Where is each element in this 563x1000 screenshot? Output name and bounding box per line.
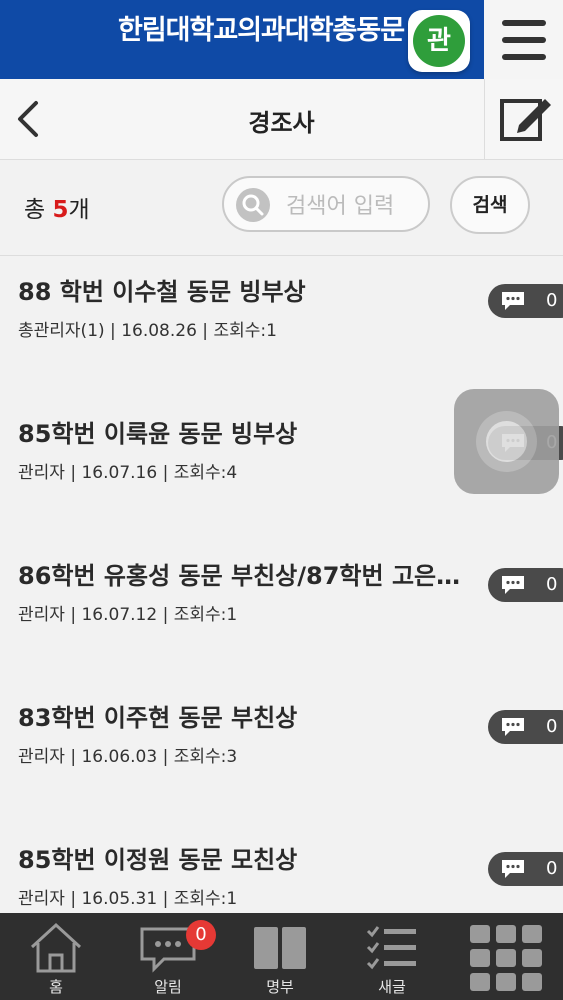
post-date: 16.06.03 <box>81 747 158 767</box>
menu-line-icon <box>502 37 546 43</box>
post-date: 16.05.31 <box>81 889 158 909</box>
count-prefix: 총 <box>24 197 46 223</box>
menu-line-icon <box>502 54 546 60</box>
book-icon <box>254 927 306 969</box>
list-item[interactable]: 86학번 유홍성 동문 부친상/87학번 고은… 관리자 | 16.07.12 … <box>0 540 563 682</box>
nav-home[interactable]: 홈 <box>0 913 112 1000</box>
count-suffix: 개 <box>68 197 90 223</box>
grid-menu-icon <box>470 925 542 991</box>
comment-count-badge[interactable]: 0 <box>488 568 563 602</box>
app-badge[interactable]: 관 <box>408 10 470 72</box>
search-bar: 총 5개 검색 <box>0 160 563 256</box>
post-date: 16.07.12 <box>81 605 158 625</box>
post-title: 85학번 이정원 동문 모친상 <box>18 846 298 874</box>
post-views: 조회수:3 <box>173 747 238 767</box>
nav-label: 새글 <box>378 978 406 996</box>
app-badge-label: 관 <box>413 15 465 67</box>
page-title: 경조사 <box>248 109 315 137</box>
assistive-touch-button[interactable] <box>454 389 559 494</box>
post-views: 조회수:1 <box>173 889 238 909</box>
hamburger-menu-button[interactable] <box>484 0 563 79</box>
search-input[interactable] <box>284 188 428 224</box>
post-title: 85학번 이룩윤 동문 빙부상 <box>18 420 298 448</box>
speech-bubble-icon <box>502 718 524 736</box>
app-header: 한림대학교의과대학총동문 관 <box>0 0 563 79</box>
post-views: 조회수:1 <box>213 321 277 341</box>
speech-bubble-icon <box>502 860 524 878</box>
assistive-center <box>486 421 527 462</box>
post-author: 관리자 <box>18 605 65 625</box>
post-author: 관리자 <box>18 747 65 767</box>
post-date: 16.07.16 <box>81 463 158 483</box>
nav-label: 명부 <box>266 978 294 996</box>
write-button[interactable] <box>484 79 563 159</box>
nav-all-menu[interactable] <box>448 913 560 1000</box>
speech-bubble-icon <box>502 292 524 310</box>
comment-count: 0 <box>546 574 558 595</box>
post-meta: 관리자 | 16.06.03 | 조회수:3 <box>18 747 238 767</box>
page-header: 경조사 <box>0 79 563 160</box>
comment-count-badge[interactable]: 0 <box>488 284 563 318</box>
comment-count: 0 <box>546 716 558 737</box>
list-item[interactable]: 88 학번 이수철 동문 빙부상 총관리자(1) | 16.08.26 | 조회… <box>0 256 563 398</box>
menu-line-icon <box>502 20 546 26</box>
list-item[interactable]: 83학번 이주현 동문 부친상 관리자 | 16.06.03 | 조회수:3 0 <box>0 682 563 824</box>
comment-count: 0 <box>546 290 558 311</box>
search-icon <box>236 188 270 222</box>
edit-icon <box>500 99 551 141</box>
home-icon <box>30 922 82 973</box>
search-button[interactable]: 검색 <box>450 176 530 234</box>
post-meta: 총관리자(1) | 16.08.26 | 조회수:1 <box>18 321 277 341</box>
count-number: 5 <box>52 197 69 223</box>
comment-count: 0 <box>546 858 558 879</box>
speech-bubble-icon <box>502 576 524 594</box>
post-count: 총 5개 <box>24 190 90 224</box>
post-date: 16.08.26 <box>121 321 197 341</box>
app-title: 한림대학교의과대학총동문 <box>118 15 405 46</box>
comment-count-badge[interactable]: 0 <box>488 710 563 744</box>
post-views: 조회수:4 <box>173 463 238 483</box>
comment-count-badge[interactable]: 0 <box>488 852 563 886</box>
bottom-nav: 홈 알림 명부 새글 <box>0 913 563 1000</box>
nav-label: 알림 <box>154 978 182 996</box>
post-title: 88 학번 이수철 동문 빙부상 <box>18 278 306 306</box>
post-author: 관리자 <box>18 463 65 483</box>
post-title: 86학번 유홍성 동문 부친상/87학번 고은… <box>18 562 461 590</box>
post-meta: 관리자 | 16.07.16 | 조회수:4 <box>18 463 238 483</box>
nav-label: 홈 <box>49 978 63 996</box>
nav-new-posts[interactable]: 새글 <box>336 913 448 1000</box>
post-meta: 관리자 | 16.05.31 | 조회수:1 <box>18 889 238 909</box>
post-views: 조회수:1 <box>173 605 238 625</box>
nav-directory[interactable]: 명부 <box>224 913 336 1000</box>
post-meta: 관리자 | 16.07.12 | 조회수:1 <box>18 605 238 625</box>
checklist-icon <box>366 926 416 970</box>
post-author: 관리자 <box>18 889 65 909</box>
post-title: 83학번 이주현 동문 부친상 <box>18 704 298 732</box>
search-field[interactable] <box>222 176 430 232</box>
post-author: 총관리자(1) <box>18 321 105 341</box>
notification-badge: 0 <box>186 920 216 950</box>
